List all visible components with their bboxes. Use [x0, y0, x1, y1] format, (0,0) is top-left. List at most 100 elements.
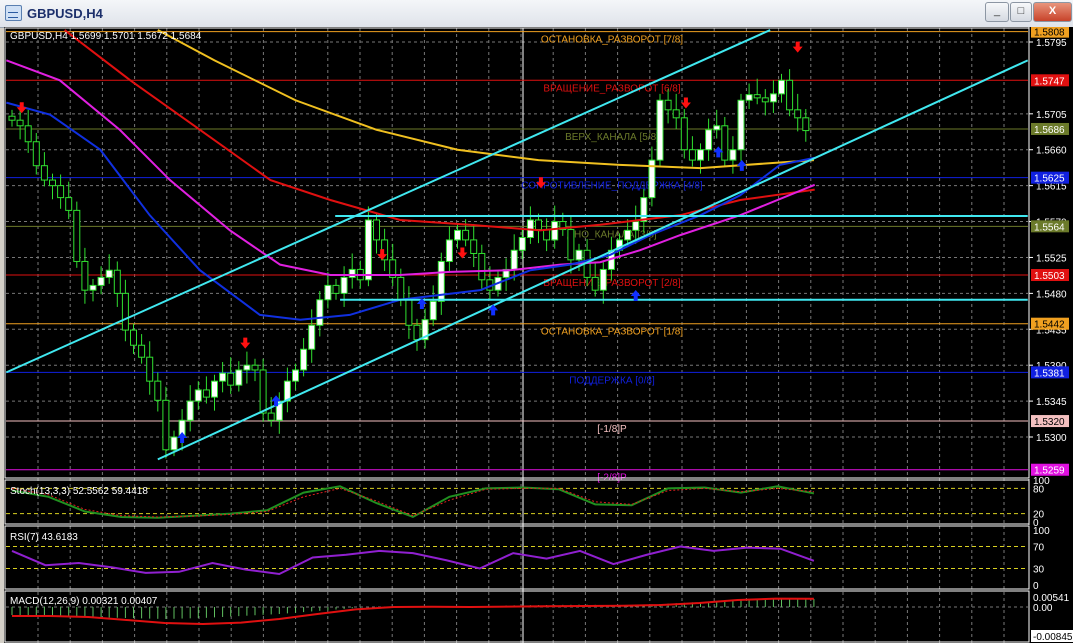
bull-candle: [551, 221, 559, 241]
bull-candle: [429, 300, 437, 321]
level-label: ВЕРХ_КАНАЛА [5/8]: [565, 132, 659, 143]
macd-tick-label: 0.00: [1033, 603, 1053, 614]
bull-candle: [769, 93, 777, 103]
bear-candle: [470, 239, 478, 254]
price-tick-label: 1.5345: [1036, 397, 1067, 408]
bull-candle: [737, 99, 745, 151]
bull-candle: [518, 237, 526, 251]
bear-candle: [405, 299, 413, 326]
level-label: ПОДДЕРЖКА [0/8]: [569, 375, 655, 386]
bear-candle: [543, 229, 551, 241]
bear-candle: [32, 141, 40, 167]
bull-candle: [324, 284, 332, 301]
rsi-header: RSI(7) 43.6183: [10, 532, 78, 543]
symbol-ohlc-header: GBPUSD,H4 1.5699 1.5701 1.5672 1.5684: [10, 31, 202, 42]
level-label: ВРАЩЕНИЕ_РАЗВОРОТ [2/8]: [543, 278, 681, 289]
chart-window-icon: [5, 5, 22, 21]
bull-candle: [348, 268, 356, 278]
bull-candle: [656, 99, 664, 161]
price-tick-label: 1.5705: [1036, 110, 1067, 121]
bear-candle: [680, 117, 688, 151]
bull-candle: [211, 380, 218, 398]
bear-candle: [57, 185, 65, 199]
bear-candle: [202, 389, 210, 398]
bear-candle: [49, 179, 56, 187]
bear-candle: [259, 369, 267, 414]
bull-candle: [705, 129, 713, 151]
bear-candle: [113, 269, 121, 294]
chart-background: [4, 27, 1073, 643]
window-title: GBPUSD,H4: [27, 6, 103, 21]
window-titlebar: GBPUSD,H4 _ □ X: [0, 0, 1073, 28]
price-tick-label: 1.5525: [1036, 253, 1067, 264]
bear-candle: [688, 149, 696, 161]
bull-candle: [445, 239, 453, 262]
bear-candle: [786, 79, 794, 111]
bull-candle: [97, 276, 105, 286]
bear-candle: [802, 117, 810, 132]
price-tag-label: 1.5747: [1034, 76, 1065, 87]
price-chart[interactable]: ОСТАНОВКА_РАЗВОРОТ [7/8] ВРАЩЕНИЕ_РАЗВОРО…: [0, 27, 1073, 643]
bear-candle: [154, 380, 162, 401]
bull-candle: [778, 79, 785, 95]
bear-candle: [162, 399, 170, 451]
level-label: СОПРОТИВЛЕНИЕ_ПОДДЕРЖКА [4/8]: [521, 181, 703, 192]
price-tag-label: 1.5808: [1034, 28, 1065, 39]
bull-candle: [632, 221, 640, 231]
bear-candle: [462, 229, 470, 241]
price-tag-label: 1.5625: [1034, 174, 1065, 185]
price-tag-label: 1.5686: [1034, 125, 1065, 136]
bull-candle: [219, 372, 227, 382]
bear-candle: [721, 125, 729, 161]
bear-candle: [794, 109, 802, 119]
bull-candle: [316, 299, 324, 326]
price-tick-label: 1.5795: [1036, 38, 1067, 49]
bear-candle: [753, 94, 761, 99]
minimize-button[interactable]: _: [985, 2, 1009, 22]
bull-candle: [292, 369, 299, 382]
bear-candle: [664, 99, 672, 111]
bear-candle: [267, 412, 275, 421]
bull-candle: [510, 249, 518, 270]
bull-candle: [186, 400, 194, 421]
bear-candle: [535, 219, 542, 231]
macd-tick-label: -0.00845: [1033, 632, 1073, 643]
price-tag-label: 1.5381: [1034, 368, 1065, 379]
rsi-tick-label: 0: [1033, 581, 1039, 592]
stoch-tick-label: 80: [1033, 484, 1045, 495]
bear-candle: [81, 260, 89, 291]
bull-candle: [300, 348, 308, 371]
stoch-header: Stoch(13,3,3) 52.5562 59.4418: [10, 486, 148, 497]
bull-candle: [599, 268, 607, 291]
bear-candle: [567, 229, 575, 261]
bear-candle: [397, 276, 405, 301]
close-button[interactable]: X: [1033, 2, 1072, 22]
price-tick-label: 1.5480: [1036, 289, 1067, 300]
bull-candle: [105, 269, 113, 278]
bear-candle: [413, 324, 421, 341]
bear-candle: [121, 292, 129, 331]
restore-button[interactable]: □: [1010, 2, 1032, 22]
bull-candle: [340, 276, 348, 294]
bear-candle: [138, 344, 146, 358]
bull-candle: [697, 149, 704, 161]
bull-candle: [624, 229, 632, 241]
bear-candle: [8, 115, 16, 121]
bull-candle: [575, 249, 583, 261]
bull-candle: [713, 125, 721, 131]
level-label: ВРАЩЕНИЕ_РАЗВОРОТ [6/8]: [543, 83, 681, 94]
price-tick-label: 1.5300: [1036, 433, 1067, 444]
bear-candle: [761, 97, 769, 103]
bear-candle: [24, 125, 32, 143]
bear-candle: [65, 197, 73, 211]
bear-candle: [40, 165, 48, 181]
bear-candle: [227, 372, 235, 386]
macd-header: MACD(12,26,9) 0.00321 0.00407: [10, 596, 158, 607]
level-label: [-1/8]P: [597, 424, 627, 435]
bear-candle: [73, 209, 81, 262]
bull-candle: [243, 364, 251, 371]
price-tag-label: 1.5320: [1034, 417, 1065, 428]
bear-candle: [672, 109, 680, 119]
rsi-tick-label: 100: [1033, 526, 1050, 537]
bear-candle: [251, 364, 259, 371]
